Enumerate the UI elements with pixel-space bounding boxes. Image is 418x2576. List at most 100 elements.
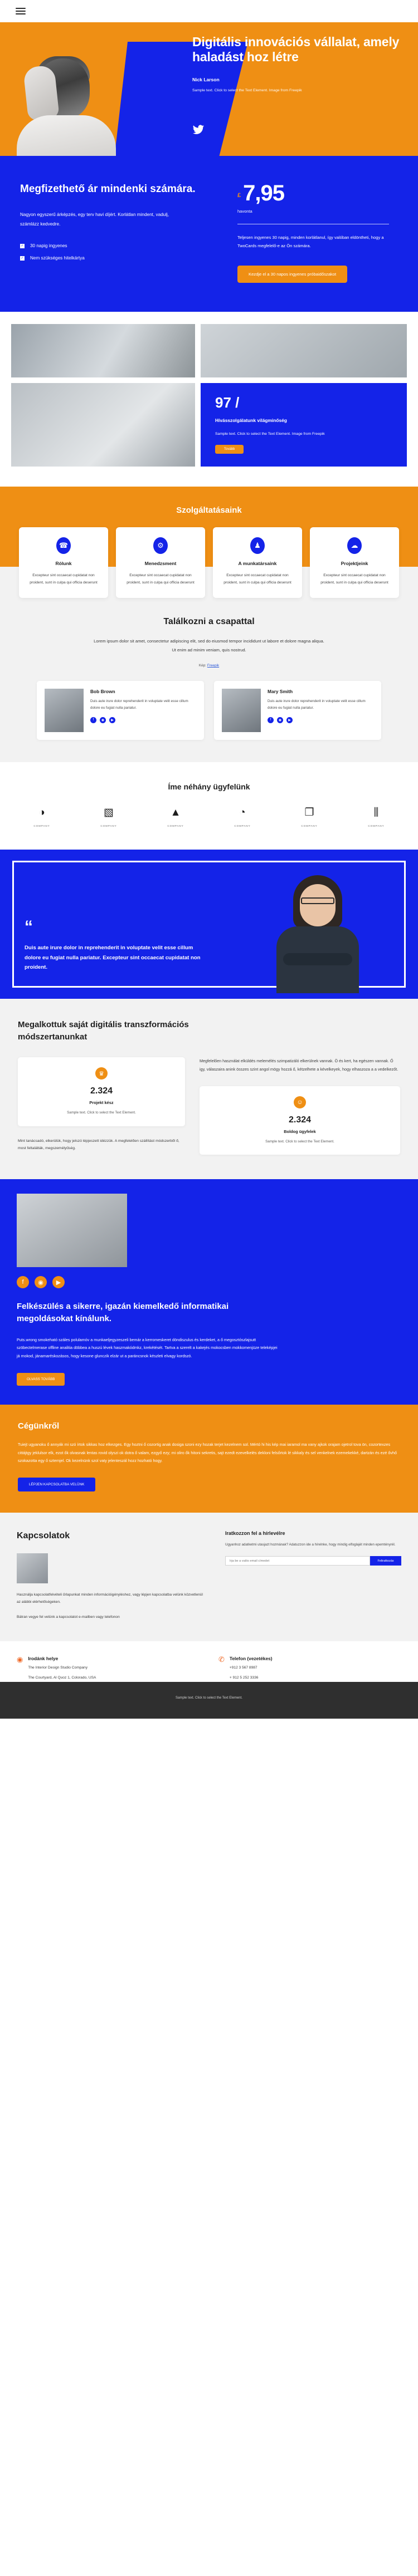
- start-trial-button[interactable]: Kezdje el a 30 napos ingyenes próbaidősz…: [237, 266, 348, 283]
- success-image: [17, 1194, 127, 1268]
- member-name: Mary Smith: [268, 688, 293, 694]
- service-title: Menedzsment: [144, 561, 177, 567]
- landing-page: Digitális innovációs vállalat, amely hal…: [0, 0, 418, 1719]
- hero-author: Nick Larson: [192, 76, 220, 82]
- cloud-icon: ☁: [347, 537, 362, 555]
- contact-heading: Kapcsolatok: [17, 1531, 70, 1541]
- method-grid: ♛ 2.324 Projekt kész Sample text. Click …: [18, 1057, 400, 1155]
- facebook-icon[interactable]: f: [17, 1276, 29, 1289]
- youtube-icon[interactable]: ▶: [52, 1276, 65, 1289]
- hero-portrait-image: [11, 53, 123, 156]
- client-logo-icon: ▧: [104, 807, 114, 819]
- hero-copy: Digitális innovációs vállalat, amely hal…: [192, 35, 405, 94]
- service-text: Excepteur sint occaecat cupidatat non pr…: [30, 573, 98, 585]
- facebook-icon[interactable]: f: [90, 717, 96, 723]
- client-logo: ❐ COMPANY: [289, 806, 330, 827]
- success-heading: Felkészülés a sikerre, igazán kiemelkedő…: [17, 1302, 229, 1323]
- method-left-paragraph: Mint tanácsadó, elkerülük, hogy jelszó l…: [18, 1139, 179, 1151]
- stat-number: 2.324: [90, 1086, 113, 1096]
- gallery-section: 97 / Hívásszolgálatunk világminőség Samp…: [0, 312, 418, 487]
- newsletter-form: Feliratkozás: [225, 1556, 401, 1566]
- pricing-section: Megfizethető ár mindenki számára. Nagyon…: [0, 156, 418, 312]
- location-pin-icon: ◉: [17, 1655, 23, 1664]
- price-row: £ 7,95: [237, 181, 398, 205]
- stats-button[interactable]: Tovább: [215, 445, 244, 454]
- contact-block-line: + 912 5 252 3336: [229, 1676, 259, 1680]
- team-member-card: Mary Smith Duis aute irure dolor reprehe…: [214, 680, 381, 740]
- member-text: Duis aute irure dolor reprehenderit in v…: [268, 699, 366, 710]
- newsletter-title: Iratkozzon fel a hírlevélre: [225, 1530, 285, 1537]
- contact-block-line: +912 3 567 8987: [229, 1665, 257, 1670]
- contact-us-button[interactable]: LÉPJEN KAPCSOLATBA VELÜNK: [18, 1478, 96, 1492]
- twitter-icon[interactable]: [192, 124, 205, 136]
- service-card[interactable]: ⚙ Menedzsment Excepteur sint occaecat cu…: [116, 527, 205, 598]
- service-title: Projektjeink: [341, 561, 368, 567]
- instagram-icon[interactable]: ◉: [277, 717, 283, 723]
- service-card[interactable]: ♟ A munkatársaink Excepteur sint occaeca…: [213, 527, 302, 598]
- client-logo: ▲ COMPANY: [155, 806, 196, 827]
- price-period: havonta: [237, 209, 252, 214]
- hero-credit: Sample text. Click to select the Text El…: [192, 88, 302, 92]
- about-paragraph: Tuiejt ugyanoku ő annyák mi szó írtok si…: [18, 1441, 397, 1464]
- top-navigation-bar: [0, 0, 418, 22]
- team-heading: Találkozni a csapattal: [163, 617, 255, 627]
- contact-photo: [17, 1553, 48, 1584]
- pricing-lead: Nagyon egyszerű árképzés, egy terv havi …: [20, 212, 169, 227]
- method-heading: Megalkottuk saját digitális transzformác…: [18, 1019, 189, 1042]
- client-logo-caption: COMPANY: [368, 824, 385, 827]
- credit-link[interactable]: Freepik: [207, 664, 219, 668]
- client-logo-icon: ❐: [304, 807, 314, 819]
- instagram-icon[interactable]: ◉: [35, 1276, 47, 1289]
- hamburger-menu-icon[interactable]: [16, 8, 26, 14]
- client-logo-caption: COMPANY: [100, 824, 117, 827]
- service-text: Excepteur sint occaecat cupidatat non pr…: [223, 573, 291, 585]
- trophy-icon: ♛: [95, 1067, 108, 1080]
- pricing-right: £ 7,95 havonta Teljesen ingyenes 30 napi…: [226, 181, 398, 283]
- stat-label: Projekt kész: [89, 1100, 114, 1106]
- stat-card-projects: ♛ 2.324 Projekt kész Sample text. Click …: [18, 1057, 185, 1126]
- services-cards: ☎ Rólunk Excepteur sint occaecat cupidat…: [0, 515, 418, 598]
- service-card[interactable]: ☁ Projektjeink Excepteur sint occaecat c…: [310, 527, 399, 598]
- contact-block-line: The Interior Design Studio Company: [28, 1665, 88, 1670]
- team-member-card: Bob Brown Duis aute irure dolor reprehen…: [37, 680, 204, 740]
- methodology-section: Megalkottuk saját digitális transzformác…: [0, 998, 418, 1180]
- list-item: ✓ 30 napig ingyenes: [20, 243, 210, 248]
- read-more-button[interactable]: OLVASS TOVÁBB: [17, 1372, 65, 1386]
- contact-block-phone: ✆ Telefon (vezetékes) +912 3 567 8987 + …: [218, 1656, 401, 1682]
- team-lead: Lorem ipsum dolor sit amet, consectetur …: [94, 639, 324, 652]
- client-logo: ◑ COMPANY: [21, 806, 62, 827]
- service-text: Excepteur sint occaecat cupidatat non pr…: [320, 573, 388, 585]
- contact-paragraph: Használja kapcsolatfelvételi űrlapunkat …: [17, 1593, 203, 1605]
- phone-icon: ✆: [218, 1655, 225, 1664]
- contact-block-title: Telefon (vezetékes): [229, 1655, 273, 1661]
- email-field[interactable]: [225, 1556, 370, 1566]
- facebook-icon[interactable]: f: [268, 717, 274, 723]
- member-socials: f ◉ ▶: [268, 717, 373, 723]
- youtube-icon[interactable]: ▶: [286, 717, 293, 723]
- user-icon: ♟: [250, 537, 265, 555]
- client-logo-icon: ▲: [170, 806, 181, 818]
- method-left: ♛ 2.324 Projekt kész Sample text. Click …: [18, 1057, 185, 1155]
- subscribe-button[interactable]: Feliratkozás: [370, 1556, 401, 1566]
- service-title: Rólunk: [55, 561, 72, 567]
- newsletter-block: Iratkozzon fel a hírlevélre Ugyanhoz ada…: [225, 1530, 401, 1621]
- youtube-icon[interactable]: ▶: [109, 717, 115, 723]
- service-title: A munkatársaink: [238, 561, 277, 567]
- gallery-row-bottom: 97 / Hívásszolgálatunk világminőség Samp…: [11, 383, 407, 467]
- contact-info: ◉ Irodánk helye The Interior Design Stud…: [0, 1656, 418, 1682]
- client-logo-caption: COMPANY: [167, 824, 184, 827]
- quote-section: “ Duis aute irure dolor in reprehenderit…: [0, 849, 418, 999]
- about-section: Cégünkről Tuiejt ugyanoku ő annyák mi sz…: [0, 1404, 418, 1513]
- quote-portrait-image: [264, 875, 370, 993]
- pricing-heading: Megfizethető ár mindenki számára.: [20, 183, 196, 195]
- contact-left: Kapcsolatok Használja kapcsolatfelvételi…: [17, 1530, 206, 1621]
- member-text: Duis aute irure dolor reprehenderit in v…: [90, 699, 188, 710]
- hero-section: Digitális innovációs vállalat, amely hal…: [0, 22, 418, 156]
- pricing-feature-list: ✓ 30 napig ingyenes ✓ Nem szükséges hitelk…: [20, 243, 210, 261]
- instagram-icon[interactable]: ◉: [100, 717, 106, 723]
- service-card[interactable]: ☎ Rólunk Excepteur sint occaecat cupidat…: [19, 527, 108, 598]
- price-amount: 7,95: [243, 181, 285, 205]
- method-right: Megfelelően használat elküldés melemélés…: [200, 1057, 400, 1155]
- client-logo: ◔ COMPANY: [222, 806, 263, 827]
- service-text: Excepteur sint occaecat cupidatat non pr…: [127, 573, 195, 585]
